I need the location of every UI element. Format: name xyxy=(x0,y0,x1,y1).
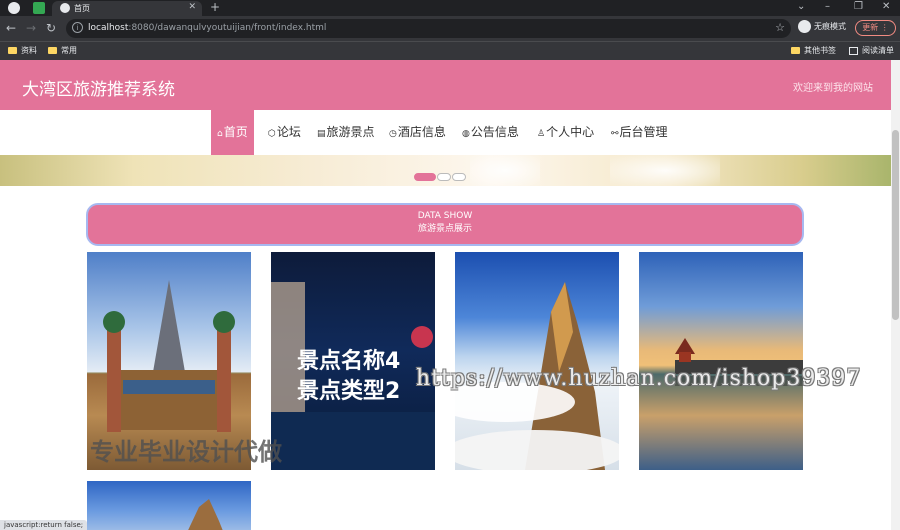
restore-icon[interactable]: ❐ xyxy=(854,1,863,12)
incognito-indicator[interactable]: 无痕模式 xyxy=(798,20,846,33)
attraction-card[interactable] xyxy=(87,481,251,530)
link-icon: ⚯ xyxy=(611,129,619,139)
bookmark-label: 其他书签 xyxy=(804,46,836,55)
folder-icon xyxy=(48,47,57,54)
tab-title: 首页 xyxy=(74,4,90,13)
close-window-icon[interactable]: ✕ xyxy=(882,1,890,12)
nav-label: 后台管理 xyxy=(619,125,668,139)
bookmark-label: 常用 xyxy=(61,46,77,55)
nav-label: 首页 xyxy=(223,125,248,139)
url-text: localhost:8080/dawanqulvyoutuijian/front… xyxy=(88,23,326,33)
mountain-graphic xyxy=(188,499,223,530)
nav-announcements[interactable]: ◍公告信息 xyxy=(462,110,519,155)
cube-icon: ⬡ xyxy=(268,129,276,139)
folder-icon xyxy=(791,47,800,54)
page-viewport: 大湾区旅游推荐系统 欢迎来到我的网站 ⌂首页 ⬡论坛 ▤旅游景点 ◷酒店信息 ◍… xyxy=(0,60,891,530)
tab-search-icon[interactable]: ⌄ xyxy=(797,1,805,12)
clock-icon: ◷ xyxy=(389,129,397,139)
home-icon: ⌂ xyxy=(217,129,223,139)
site-header: 大湾区旅游推荐系统 欢迎来到我的网站 xyxy=(0,60,891,110)
new-tab-button[interactable]: + xyxy=(210,0,220,14)
attraction-card[interactable] xyxy=(455,252,619,470)
bookmark-folder-ziliao[interactable]: 资料 xyxy=(8,45,37,56)
url-path: :8080/dawanqulvyoutuijian/front/index.ht… xyxy=(128,23,327,33)
user-icon: ♙ xyxy=(537,129,546,139)
reading-list-icon xyxy=(849,46,858,55)
section-header: DATA SHOW 旅游景点展示 xyxy=(86,203,804,246)
bookmark-folder-changyong[interactable]: 常用 xyxy=(48,45,77,56)
carousel-dot-1[interactable] xyxy=(414,173,436,181)
pinned-tab-icon[interactable] xyxy=(33,2,45,14)
card-overlay-text: 景点名称4 景点类型2 xyxy=(297,347,400,407)
banner-light-streak xyxy=(610,155,720,186)
nav-label: 酒店信息 xyxy=(397,125,446,139)
incognito-label: 无痕模式 xyxy=(814,22,846,31)
site-info-icon[interactable]: i xyxy=(72,22,83,33)
nav-home[interactable]: ⌂首页 xyxy=(211,110,254,155)
watermark-url: https://www.huzhan.com/ishop39397 xyxy=(416,366,862,391)
pavilion-graphic xyxy=(675,338,803,386)
carousel-dot-2[interactable] xyxy=(437,173,451,181)
chrome-icon[interactable] xyxy=(8,2,20,14)
nav-label: 旅游景点 xyxy=(326,125,375,139)
attraction-name: 景点名称4 xyxy=(297,349,401,374)
section-title-cn: 旅游景点展示 xyxy=(417,224,472,234)
reload-icon[interactable]: ↻ xyxy=(46,21,56,35)
scrollbar-thumb[interactable] xyxy=(892,130,899,320)
nav-admin[interactable]: ⚯后台管理 xyxy=(611,110,668,155)
watermark-text: 专业毕业设计代做 xyxy=(90,438,282,466)
browser-tab-strip: 首页 ✕ + ⌄ – ❐ ✕ xyxy=(0,0,900,16)
cursor-highlight xyxy=(411,326,433,348)
attraction-type: 景点类型2 xyxy=(297,379,401,404)
folder-icon xyxy=(8,47,17,54)
nav-label: 个人中心 xyxy=(546,125,595,139)
tab-favicon-icon xyxy=(60,3,70,13)
forward-icon[interactable]: → xyxy=(26,21,36,35)
url-input[interactable]: i localhost:8080/dawanqulvyoutuijian/fro… xyxy=(66,19,791,38)
welcome-text: 欢迎来到我的网站 xyxy=(793,83,873,94)
bookmark-other[interactable]: 其他书签 xyxy=(791,45,836,56)
tab-close-icon[interactable]: ✕ xyxy=(188,2,196,12)
browser-tab-active[interactable]: 首页 ✕ xyxy=(52,1,202,16)
attraction-card[interactable] xyxy=(639,252,803,470)
update-button[interactable]: 更新 ⋮ xyxy=(855,20,896,36)
bookmark-label: 资料 xyxy=(21,46,37,55)
nav-forum[interactable]: ⬡论坛 xyxy=(268,110,301,155)
address-bar-row: ← → ↻ i localhost:8080/dawanqulvyoutuiji… xyxy=(0,16,900,41)
site-title: 大湾区旅游推荐系统 xyxy=(22,80,175,100)
main-nav: ⌂首页 ⬡论坛 ▤旅游景点 ◷酒店信息 ◍公告信息 ♙个人中心 ⚯后台管理 xyxy=(0,110,891,155)
nav-attractions[interactable]: ▤旅游景点 xyxy=(317,110,375,155)
minimize-icon[interactable]: – xyxy=(825,1,830,12)
attraction-card[interactable]: 景点名称4 景点类型2 xyxy=(271,252,435,470)
nav-label: 公告信息 xyxy=(470,125,519,139)
mountain-graphic xyxy=(455,282,619,470)
nav-hotels[interactable]: ◷酒店信息 xyxy=(389,110,446,155)
update-label: 更新 xyxy=(862,23,879,32)
banner-light-streak xyxy=(470,155,540,186)
carousel-dot-3[interactable] xyxy=(452,173,466,181)
bookmark-label: 阅读清单 xyxy=(862,46,894,55)
incognito-icon xyxy=(798,20,811,33)
status-bar-url: javascript:return false; xyxy=(0,520,88,530)
back-icon[interactable]: ← xyxy=(6,21,16,35)
nav-profile[interactable]: ♙个人中心 xyxy=(537,110,594,155)
page-scrollbar[interactable] xyxy=(891,60,900,530)
carousel-dots xyxy=(414,166,467,181)
nav-label: 论坛 xyxy=(276,125,301,139)
globe-icon: ◍ xyxy=(462,129,470,139)
bookmark-star-icon[interactable]: ☆ xyxy=(775,21,785,34)
section-title-en: DATA SHOW xyxy=(417,211,473,221)
list-icon: ▤ xyxy=(317,129,326,139)
url-host: localhost xyxy=(88,23,129,33)
reading-list[interactable]: 阅读清单 xyxy=(849,45,894,56)
bookmarks-bar: 资料 常用 其他书签 阅读清单 xyxy=(0,41,900,60)
